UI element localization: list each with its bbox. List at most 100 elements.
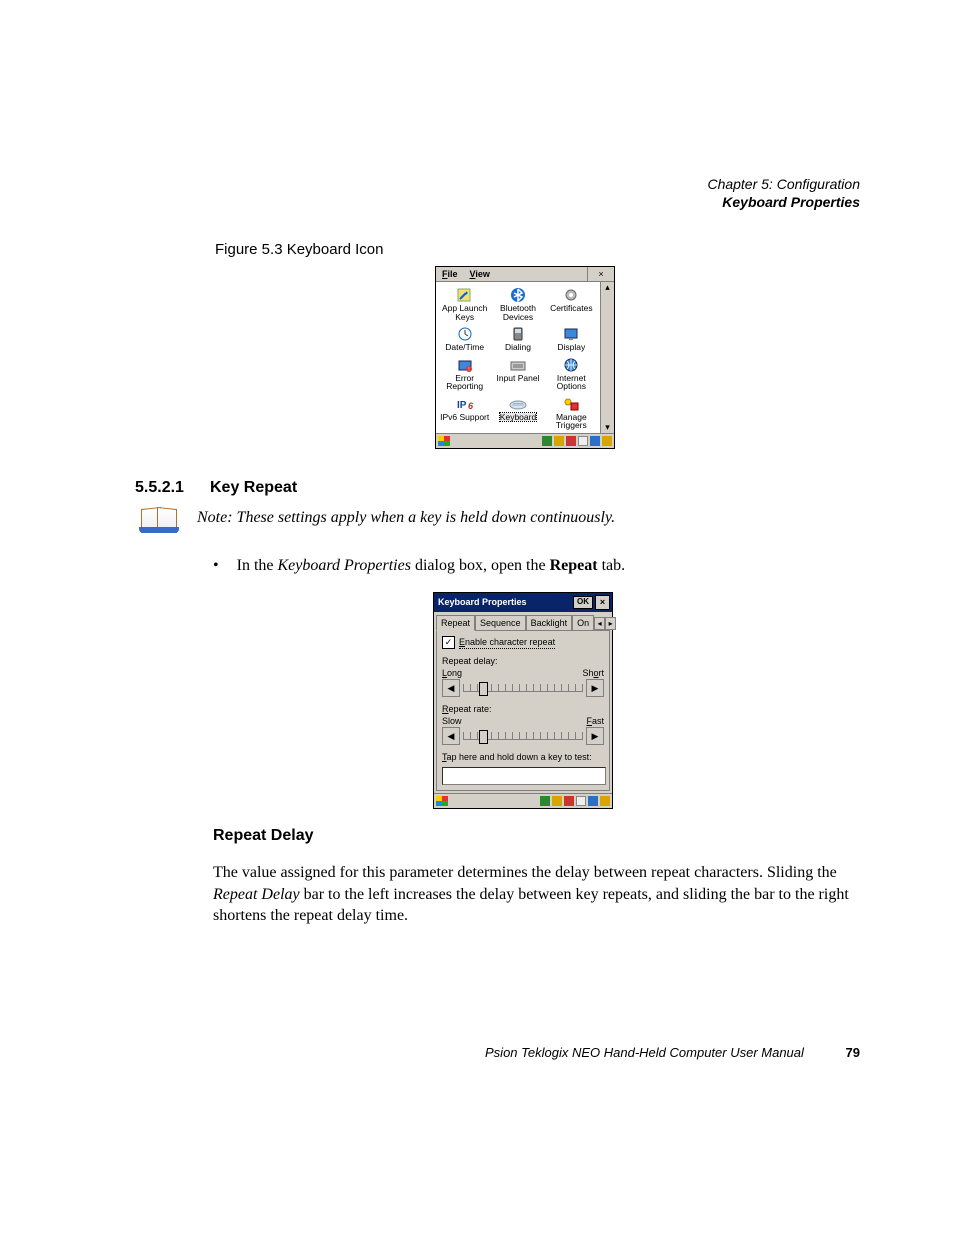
cp-icon-dialing[interactable]: Dialing bbox=[491, 324, 544, 353]
figure-1-caption: Figure 5.3 Keyboard Icon bbox=[215, 241, 860, 258]
tray-icon[interactable] bbox=[600, 796, 610, 806]
rate-slider[interactable] bbox=[463, 728, 583, 744]
body-content: In the Keyboard Properties dialog box, o… bbox=[213, 555, 860, 927]
delay-increment-button[interactable]: ▶ bbox=[586, 679, 604, 697]
cp-icon-certificates[interactable]: Certificates bbox=[545, 285, 598, 322]
tray-icon[interactable] bbox=[554, 436, 564, 446]
repeat-delay-group: Repeat delay: Long Short ◀ ▶ bbox=[442, 655, 604, 697]
header-chapter: Chapter 5: Configuration bbox=[135, 175, 860, 193]
tray-icon[interactable] bbox=[540, 796, 550, 806]
cp-icon-input-panel[interactable]: Input Panel bbox=[491, 355, 544, 392]
tray-icon[interactable] bbox=[564, 796, 574, 806]
repeat-delay-label: Repeat delay: bbox=[442, 655, 604, 667]
tab-repeat[interactable]: Repeat bbox=[436, 615, 475, 631]
shortcut-icon bbox=[455, 286, 475, 304]
repeat-rate-right: Fast bbox=[586, 715, 604, 727]
paragraph: The value assigned for this parameter de… bbox=[213, 862, 860, 927]
icon-label: Display bbox=[557, 343, 585, 352]
start-icon[interactable] bbox=[436, 796, 448, 806]
titlebar: Keyboard Properties OK × bbox=[434, 593, 612, 611]
svg-text:!: ! bbox=[468, 367, 469, 373]
clock-icon bbox=[455, 325, 475, 343]
control-panel-window: File View × App Launch KeysBluetooth Dev… bbox=[435, 266, 615, 449]
footer-text: Psion Teklogix NEO Hand-Held Computer Us… bbox=[485, 1045, 804, 1060]
tab-sequence[interactable]: Sequence bbox=[475, 615, 526, 630]
rate-decrement-button[interactable]: ◀ bbox=[442, 727, 460, 745]
page-content: Chapter 5: Configuration Keyboard Proper… bbox=[135, 175, 860, 943]
tray-icon[interactable] bbox=[602, 436, 612, 446]
icon-label: Certificates bbox=[550, 304, 593, 313]
cp-icon-manage-triggers[interactable]: Manage Triggers bbox=[545, 394, 598, 431]
icon-label: Input Panel bbox=[496, 374, 539, 383]
enable-repeat-label: Enable character repeat bbox=[459, 636, 555, 649]
tray-icon[interactable] bbox=[578, 436, 588, 446]
icon-label: Internet Options bbox=[545, 374, 598, 391]
panel-icon bbox=[508, 356, 528, 374]
keyboard-icon bbox=[508, 395, 528, 413]
note-block: Note: These settings apply when a key is… bbox=[139, 505, 860, 533]
scroll-down-icon[interactable]: ▾ bbox=[601, 422, 614, 433]
delay-decrement-button[interactable]: ◀ bbox=[442, 679, 460, 697]
start-icon[interactable] bbox=[438, 436, 450, 446]
svg-text:6: 6 bbox=[468, 401, 474, 411]
section-heading: 5.5.2.1Key Repeat bbox=[135, 479, 860, 497]
cp-icon-app-launch-keys[interactable]: App Launch Keys bbox=[438, 285, 491, 322]
tray-icon[interactable] bbox=[566, 436, 576, 446]
tray-icon[interactable] bbox=[588, 796, 598, 806]
tray-icon[interactable] bbox=[552, 796, 562, 806]
tray-icon[interactable] bbox=[542, 436, 552, 446]
section-number: 5.5.2.1 bbox=[135, 479, 210, 497]
icon-label: Error Reporting bbox=[438, 374, 491, 391]
page-footer: Psion Teklogix NEO Hand-Held Computer Us… bbox=[135, 1045, 860, 1060]
rate-slider-thumb[interactable] bbox=[479, 730, 488, 744]
icon-label: Keyboard bbox=[500, 413, 536, 422]
book-icon bbox=[139, 505, 179, 533]
taskbar bbox=[434, 793, 612, 808]
enable-repeat-checkbox[interactable]: ✓ bbox=[442, 636, 455, 649]
tray-icon[interactable] bbox=[590, 436, 600, 446]
repeat-rate-group: Repeat rate: Slow Fast ◀ ▶ bbox=[442, 703, 604, 745]
cp-icon-bluetooth-devices[interactable]: Bluetooth Devices bbox=[491, 285, 544, 322]
figure-2: Keyboard Properties OK × Repeat Sequence… bbox=[433, 592, 860, 808]
tab-scroll-right-icon[interactable]: ▸ bbox=[605, 617, 616, 630]
page-header: Chapter 5: Configuration Keyboard Proper… bbox=[135, 175, 860, 211]
svg-text:IP: IP bbox=[457, 400, 467, 411]
rate-increment-button[interactable]: ▶ bbox=[586, 727, 604, 745]
ok-button[interactable]: OK bbox=[573, 596, 593, 609]
cp-icon-keyboard[interactable]: Keyboard bbox=[491, 394, 544, 431]
enable-repeat-checkbox-row: ✓ Enable character repeat bbox=[442, 636, 604, 649]
tab-backlight[interactable]: Backlight bbox=[526, 615, 573, 630]
taskbar bbox=[436, 433, 614, 448]
tab-bar: Repeat Sequence Backlight On ◂ ▸ bbox=[434, 612, 612, 630]
cp-icon-error-reporting[interactable]: !Error Reporting bbox=[438, 355, 491, 392]
tray-icons bbox=[540, 796, 610, 806]
delay-slider[interactable] bbox=[463, 680, 583, 696]
monitor-icon bbox=[561, 325, 581, 343]
menu-view[interactable]: View bbox=[464, 267, 496, 281]
phone-icon bbox=[508, 325, 528, 343]
tab-on[interactable]: On bbox=[572, 615, 594, 630]
icon-label: Manage Triggers bbox=[545, 413, 598, 430]
repeat-delay-right: Short bbox=[582, 667, 604, 679]
cp-icon-date-time[interactable]: Date/Time bbox=[438, 324, 491, 353]
cp-icon-ipv6-support[interactable]: IP6IPv6 Support bbox=[438, 394, 491, 431]
test-input[interactable] bbox=[442, 767, 606, 785]
error-icon: ! bbox=[455, 356, 475, 374]
scroll-up-icon[interactable]: ▴ bbox=[601, 282, 614, 293]
icon-grid: App Launch KeysBluetooth Devices Certific… bbox=[436, 282, 600, 433]
delay-slider-thumb[interactable] bbox=[479, 682, 488, 696]
close-button[interactable]: × bbox=[595, 595, 610, 609]
figure-1: File View × App Launch KeysBluetooth Dev… bbox=[435, 266, 860, 449]
cp-icon-display[interactable]: Display bbox=[545, 324, 598, 353]
cp-icon-internet-options[interactable]: Internet Options bbox=[545, 355, 598, 392]
subheading: Repeat Delay bbox=[213, 825, 860, 847]
tray-icon[interactable] bbox=[576, 796, 586, 806]
gear-icon bbox=[561, 286, 581, 304]
window-title: Keyboard Properties bbox=[438, 596, 527, 608]
menu-file[interactable]: File bbox=[436, 267, 464, 281]
close-button[interactable]: × bbox=[587, 267, 614, 281]
section-title: Key Repeat bbox=[210, 479, 297, 496]
scrollbar[interactable]: ▴ ▾ bbox=[600, 282, 614, 433]
tab-scroll-left-icon[interactable]: ◂ bbox=[594, 617, 605, 630]
repeat-delay-left: Long bbox=[442, 667, 462, 679]
